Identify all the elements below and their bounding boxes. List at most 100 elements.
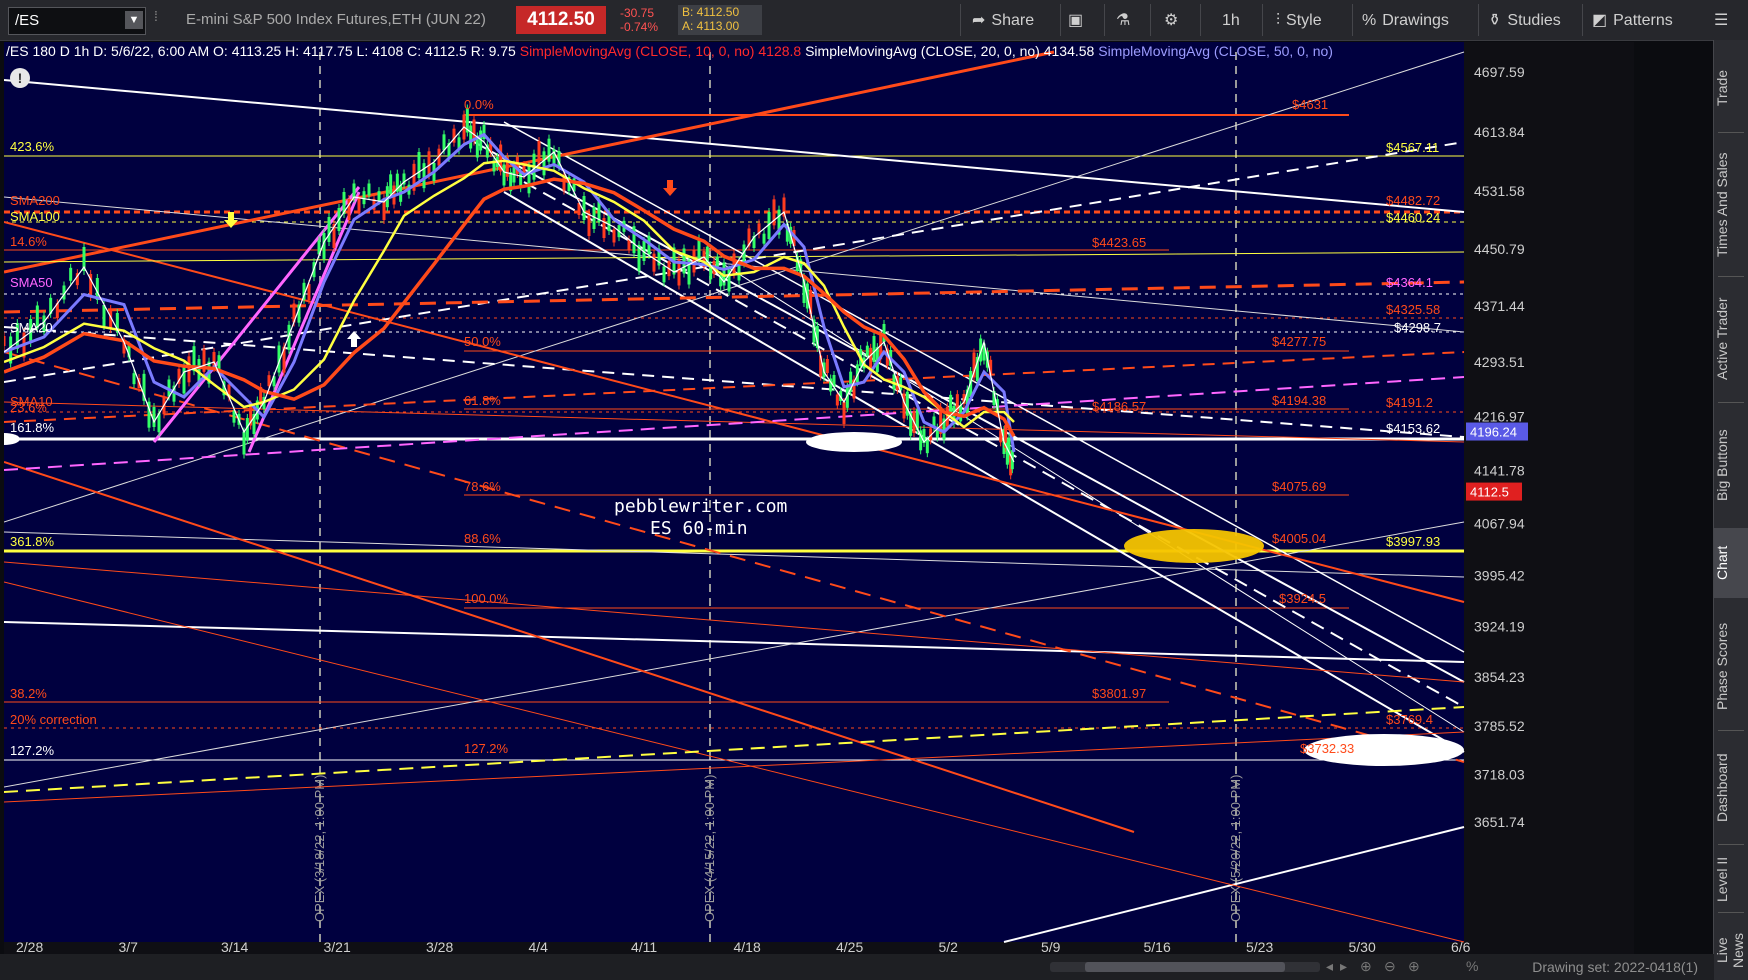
candle-body	[362, 191, 366, 205]
candle-body	[732, 253, 736, 275]
zoom-out-icon[interactable]: ⊖	[1384, 958, 1396, 975]
level-label: $4567.11	[1386, 140, 1439, 155]
price-tick: 4216.97	[1474, 409, 1525, 425]
date-axis: 2/28 3/7 3/14 3/21 3/28 4/4 4/11 4/18 4/25 5/2 5/9…	[16, 939, 1471, 954]
candle-body	[949, 394, 953, 414]
candle-body	[417, 152, 421, 178]
tab-level-ii[interactable]: Level II	[1714, 852, 1748, 907]
candle-body	[389, 174, 393, 195]
divider	[1262, 4, 1263, 36]
opex-label: OPEX (5/20/22, 1:00 PM)	[1228, 775, 1243, 922]
candle-body	[547, 138, 551, 162]
side-panel: Trade Times And Sales Active Trader Big …	[1713, 40, 1748, 980]
price-tick: 4613.84	[1474, 124, 1525, 140]
candle-body	[4, 336, 6, 346]
left-label: SMA200	[10, 193, 60, 208]
style-button[interactable]: ⫶ Style	[1276, 8, 1322, 34]
chevron-down-icon[interactable]: ▼	[125, 11, 143, 29]
level-label: $4005.04	[1272, 531, 1326, 546]
bar-date: D: 5/6/22, 6:00 AM	[93, 43, 210, 59]
menu-button[interactable]: ☰	[1714, 8, 1734, 34]
candle-body	[502, 164, 506, 186]
date-tick: 5/16	[1144, 939, 1171, 954]
tab-dashboard[interactable]: Dashboard	[1714, 738, 1748, 838]
divider	[1478, 4, 1479, 36]
price-chart[interactable]: OPEX (3/18/22, 1:00 PM) OPEX (4/15/22, 1:…	[4, 42, 1634, 954]
tab-live-news[interactable]: Live News	[1714, 920, 1748, 980]
timeframe-button[interactable]: 1h	[1222, 8, 1240, 34]
crosshair-icon[interactable]: ⊕	[1360, 958, 1372, 975]
level-label: $4631	[1292, 97, 1328, 112]
scrollbar-thumb[interactable]	[1085, 962, 1285, 972]
date-tick: 5/23	[1246, 939, 1273, 954]
instrument-description: E-mini S&P 500 Index Futures,ETH (JUN 22…	[186, 11, 486, 28]
scroll-right-icon[interactable]: ▸	[1340, 958, 1347, 975]
symbol-input[interactable]: /ES ▼	[8, 7, 146, 35]
tab-times-and-sales[interactable]: Times And Sales	[1714, 140, 1748, 270]
left-label: SMA50	[10, 275, 53, 290]
level-label: $3924.5	[1279, 591, 1326, 606]
tab-phase-scores[interactable]: Phase Scores	[1714, 606, 1748, 726]
flask-icon: ⚗	[1116, 12, 1131, 29]
date-tick: 2/28	[16, 939, 43, 954]
candle-body	[352, 183, 356, 199]
info-icon[interactable]: !	[10, 68, 30, 88]
left-label: SMA10	[10, 394, 53, 409]
chart-title: /ES 180 D 1h	[6, 43, 90, 59]
date-tick: 5/2	[939, 939, 959, 954]
tab-chart[interactable]: Chart	[1714, 528, 1748, 598]
settings-button[interactable]: ⚙	[1164, 8, 1184, 34]
level-label: $4423.65	[1092, 235, 1146, 250]
flask-button[interactable]: ⚗	[1116, 8, 1136, 34]
top-toolbar: /ES ▼ ⁞ E-mini S&P 500 Index Futures,ETH…	[0, 0, 1748, 41]
date-tick: 4/25	[836, 939, 863, 954]
left-label: 423.6%	[10, 139, 55, 154]
divider	[1582, 4, 1583, 36]
candle-body	[582, 196, 586, 220]
drawings-button[interactable]: % Drawings	[1362, 8, 1449, 34]
patterns-button[interactable]: ◩ Patterns	[1592, 8, 1673, 34]
date-tick: 3/14	[221, 939, 248, 954]
left-label: SMA100	[10, 209, 60, 224]
price-tick: 4293.51	[1474, 354, 1525, 370]
studies-button[interactable]: ⚱ Studies	[1488, 8, 1561, 34]
sma50-study[interactable]: SimpleMovingAvg (CLOSE, 50, 0, no)	[1098, 43, 1333, 59]
symbol-text: /ES	[15, 12, 40, 29]
watermark-line1: pebblewriter.com	[614, 496, 787, 517]
sma10-value: 4128.8	[758, 43, 802, 59]
date-tick: 4/18	[734, 939, 761, 954]
sma10-study[interactable]: SimpleMovingAvg (CLOSE, 10, 0, no)	[520, 43, 755, 59]
candle-body	[632, 226, 636, 254]
share-button[interactable]: ➦ Share	[972, 8, 1034, 34]
sma20-study[interactable]: SimpleMovingAvg (CLOSE, 20, 0, no)	[805, 43, 1040, 59]
candle-body	[422, 163, 426, 189]
date-tick: 3/21	[324, 939, 351, 954]
level-label: $3769.4	[1386, 712, 1433, 727]
level-label: $4298.7	[1394, 320, 1441, 335]
link-icon[interactable]: ⁞	[154, 8, 164, 32]
sma50-price-tag-label: 4196.24	[1470, 425, 1517, 440]
scroll-left-icon[interactable]: ◂	[1326, 958, 1333, 975]
tab-active-trader[interactable]: Active Trader	[1714, 284, 1748, 394]
candle-body	[132, 373, 136, 385]
percent-icon[interactable]: %	[1466, 958, 1478, 974]
zoom-in-icon[interactable]: ⊕	[1408, 958, 1420, 975]
fib-label: 127.2%	[464, 741, 509, 756]
price-tick: 4141.78	[1474, 463, 1525, 479]
level-label: $4186.57	[1092, 399, 1146, 414]
tab-trade[interactable]: Trade	[1714, 50, 1748, 125]
divider	[1718, 844, 1744, 845]
level-label: $3801.97	[1092, 686, 1146, 701]
candle-body	[442, 134, 446, 151]
candle-body	[865, 345, 869, 356]
camera-button[interactable]: ▣	[1068, 8, 1089, 34]
beaker-icon: ⚱	[1488, 12, 1502, 29]
price-tick: 3854.23	[1474, 669, 1525, 685]
price-tick: 4531.58	[1474, 183, 1525, 199]
drawing-set[interactable]: Drawing set: 2022-0418(1)	[1532, 959, 1698, 975]
tab-big-buttons[interactable]: Big Buttons	[1714, 410, 1748, 520]
chart-area[interactable]: OPEX (3/18/22, 1:00 PM) OPEX (4/15/22, 1:…	[4, 42, 1634, 954]
divider	[1718, 276, 1744, 277]
price-tick: 4450.79	[1474, 241, 1525, 257]
percent-icon: %	[1362, 12, 1377, 29]
